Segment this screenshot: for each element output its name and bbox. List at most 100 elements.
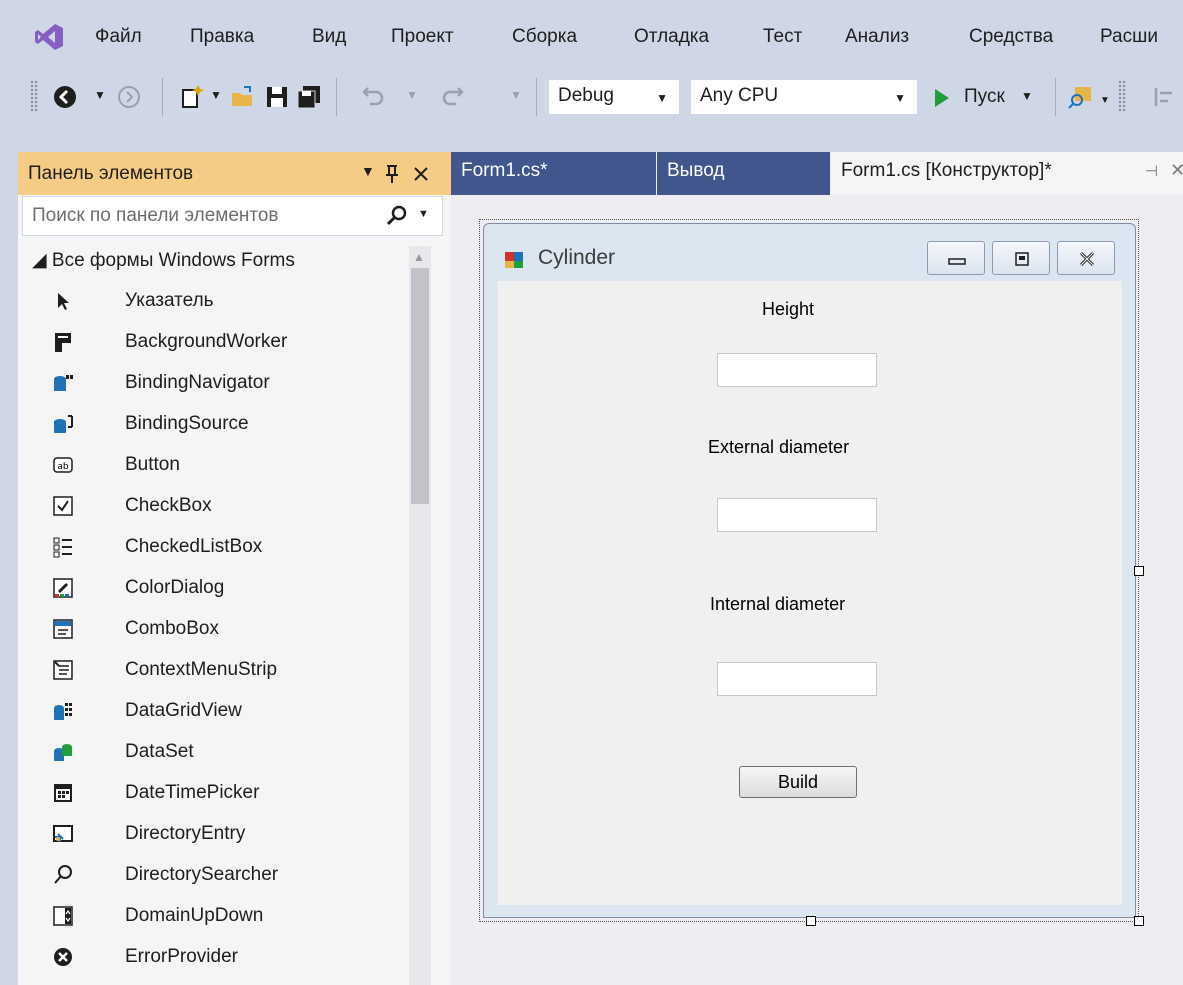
scroll-up-icon[interactable]: ▲	[413, 250, 425, 264]
toolbox-item-bindingsource[interactable]: BindingSource	[22, 405, 407, 445]
toolbox-item-label: CheckedListBox	[125, 536, 263, 557]
toolbox-item-dataset[interactable]: DataSet	[22, 733, 407, 773]
tab-form1-designer[interactable]: Form1.cs [Конструктор]*	[831, 152, 1183, 195]
external-diameter-label: External diameter	[708, 437, 850, 457]
toolbox-item-label: ContextMenuStrip	[125, 659, 278, 680]
start-button[interactable]: Пуск ▼	[930, 81, 1040, 115]
close-icon[interactable]	[413, 166, 429, 182]
domainupdown-icon	[53, 906, 73, 926]
save-icon[interactable]	[264, 84, 290, 110]
errorprovider-icon	[54, 948, 72, 966]
menu-file[interactable]: Файл	[95, 26, 142, 48]
toolbox-item-label: DirectoryEntry	[125, 823, 246, 844]
checkbox-icon	[53, 496, 73, 516]
tab-form1-cs[interactable]: Form1.cs*	[451, 152, 656, 195]
redo-icon[interactable]	[440, 84, 466, 110]
toolbox-item-label: Указатель	[125, 290, 214, 311]
menu-project[interactable]: Проект	[391, 26, 454, 48]
toolbox-item-colordialog[interactable]: ColorDialog	[22, 569, 407, 609]
chevron-down-icon: ▼	[894, 91, 906, 105]
align-icon[interactable]	[1150, 84, 1176, 110]
menu-tools[interactable]: Средства	[969, 26, 1053, 48]
datetimepicker-icon	[54, 784, 72, 802]
close-window-button[interactable]	[1057, 241, 1115, 275]
minimize-button[interactable]	[927, 241, 985, 275]
navigate-back-icon[interactable]	[52, 84, 78, 110]
toolbox-item-checkbox[interactable]: CheckBox	[22, 487, 407, 527]
play-icon	[935, 89, 949, 107]
internal-diameter-label: Internal diameter	[710, 594, 846, 614]
bindingsource-icon	[54, 415, 73, 433]
maximize-icon	[1015, 252, 1029, 266]
solution-configuration-select[interactable]: Debug ▼	[549, 80, 679, 114]
external-diameter-input[interactable]	[717, 498, 877, 532]
toolbar-grip-icon[interactable]	[1118, 80, 1126, 112]
search-options-icon[interactable]: ▼	[418, 208, 429, 220]
resize-handle-corner[interactable]	[1134, 916, 1144, 926]
checkedlistbox-icon	[53, 537, 72, 558]
solution-platform-value: Any CPU	[700, 85, 779, 106]
toolbox-item-button[interactable]: ab Button	[22, 446, 407, 486]
close-icon	[1079, 251, 1095, 267]
visual-studio-logo-icon[interactable]	[34, 23, 64, 51]
toolbox-item-label: BindingNavigator	[125, 372, 270, 393]
toolbox-item-pointer[interactable]: Указатель	[22, 282, 407, 322]
redo-dropdown-icon[interactable]: ▼	[510, 88, 522, 102]
toolbox-item-bindingnavigator[interactable]: BindingNavigator	[22, 364, 407, 404]
toolbox-item-checkedlistbox[interactable]: CheckedListBox	[22, 528, 407, 568]
toolbox-item-errorprovider[interactable]: ErrorProvider	[22, 938, 407, 978]
toolbox-item-directoryentry[interactable]: DirectoryEntry	[22, 815, 407, 855]
panel-options-icon[interactable]: ▼	[361, 163, 375, 179]
toolbox-item-backgroundworker[interactable]: BackgroundWorker	[22, 323, 407, 363]
undo-dropdown-icon[interactable]: ▼	[406, 88, 418, 102]
toolbar-overflow-icon[interactable]: ▼	[1100, 95, 1110, 106]
toolbox-item-directorysearcher[interactable]: DirectorySearcher	[22, 856, 407, 896]
toolbox-item-combobox[interactable]: ComboBox	[22, 610, 407, 650]
menu-debug[interactable]: Отладка	[634, 26, 709, 48]
pin-icon[interactable]	[384, 164, 400, 184]
toolbox-item-label: DataGridView	[125, 700, 242, 721]
toolbar-separator	[1055, 78, 1056, 116]
height-input[interactable]	[717, 353, 877, 387]
tab-label: Вывод	[667, 160, 725, 181]
toolbar-grip-icon[interactable]	[30, 80, 38, 112]
toolbox-group-all-windows-forms[interactable]: ◢ Все формы Windows Forms	[32, 249, 295, 272]
menu-analyze[interactable]: Анализ	[845, 26, 909, 48]
undo-icon[interactable]	[360, 84, 386, 110]
toolbox-item-datagridview[interactable]: DataGridView	[22, 692, 407, 732]
toolbox-item-label: DomainUpDown	[125, 905, 264, 926]
toolbox-item-contextmenustrip[interactable]: ContextMenuStrip	[22, 651, 407, 691]
tab-close-icon[interactable]: ✕	[1170, 160, 1183, 181]
find-in-files-icon[interactable]	[1068, 84, 1094, 110]
resize-handle-right[interactable]	[1134, 566, 1144, 576]
menu-view[interactable]: Вид	[312, 26, 346, 48]
toolbox-item-domainupdown[interactable]: DomainUpDown	[22, 897, 407, 937]
toolbox-item-datetimepicker[interactable]: DateTimePicker	[22, 774, 407, 814]
internal-diameter-input[interactable]	[717, 662, 877, 696]
resize-handle-bottom[interactable]	[806, 916, 816, 926]
pointer-icon	[58, 293, 69, 310]
search-icon[interactable]	[386, 205, 408, 227]
tab-label: Form1.cs*	[461, 160, 548, 181]
backgroundworker-icon	[55, 333, 71, 352]
tab-label: Form1.cs [Конструктор]*	[841, 160, 1052, 181]
back-dropdown-icon[interactable]: ▼	[94, 88, 106, 102]
start-dropdown-icon: ▼	[1021, 89, 1033, 103]
menu-extensions[interactable]: Расши	[1100, 26, 1158, 48]
build-button[interactable]: Build	[739, 766, 857, 798]
toolbox-item-label: ComboBox	[125, 618, 219, 639]
menu-edit[interactable]: Правка	[190, 26, 254, 48]
solution-configuration-value: Debug	[558, 85, 614, 106]
toolbox-scrollbar-thumb[interactable]	[411, 268, 429, 504]
solution-platform-select[interactable]: Any CPU ▼	[691, 80, 917, 114]
open-folder-icon[interactable]	[230, 84, 256, 110]
tab-pin-icon[interactable]: ⊣	[1145, 162, 1158, 180]
save-all-icon[interactable]	[296, 84, 322, 110]
tab-output[interactable]: Вывод	[657, 152, 830, 195]
new-project-icon[interactable]	[178, 84, 204, 110]
navigate-forward-icon[interactable]	[116, 84, 142, 110]
menu-test[interactable]: Тест	[763, 26, 802, 48]
new-project-dropdown-icon[interactable]: ▼	[210, 88, 222, 102]
maximize-button[interactable]	[992, 241, 1050, 275]
menu-build[interactable]: Сборка	[512, 26, 577, 48]
